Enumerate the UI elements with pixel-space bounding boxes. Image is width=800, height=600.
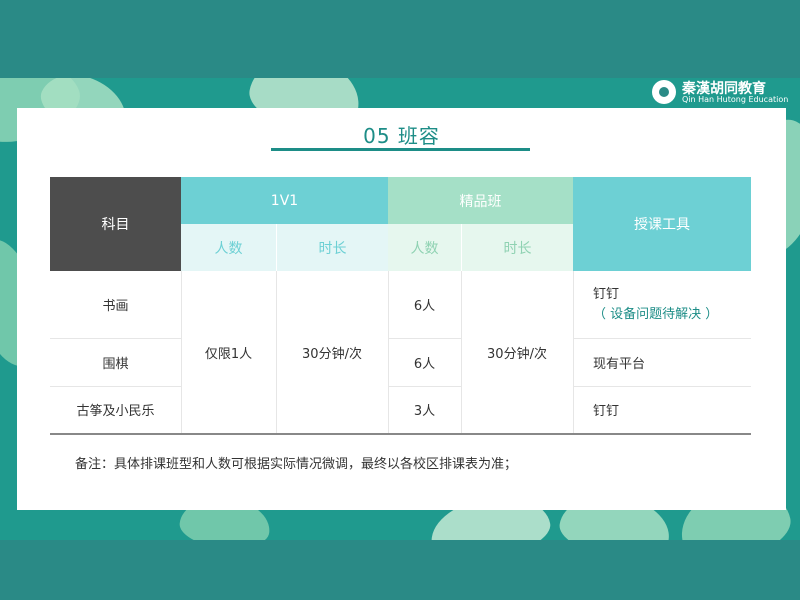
logo-english-text: Qin Han Hutong Education (682, 95, 789, 104)
merged-boutique-duration: 30分钟/次 (487, 346, 547, 362)
bottom-band (0, 540, 800, 600)
row-tool-1-note: （ 设备问题待解决 ） (593, 306, 719, 322)
header-boutique: 精品班 (388, 177, 573, 224)
brand-logo: 秦漢胡同教育 Qin Han Hutong Education (652, 78, 792, 108)
page-title: 05 班容 (363, 124, 440, 148)
title-underline (271, 148, 530, 151)
row-tool-1-text: 钉钉 (593, 286, 620, 302)
row-subject-2: 围棋 (102, 356, 129, 372)
row-subject-1: 书画 (102, 299, 129, 314)
subheader-boutique-people: 人数 (388, 224, 461, 271)
row-subject-3: 古筝及小民乐 (76, 404, 155, 419)
row-tool-1: 钉钉 （ 设备问题待解决 ） (573, 271, 751, 338)
merged-1v1-duration: 30分钟/次 (302, 346, 362, 362)
row-tool-2: 现有平台 (593, 356, 646, 372)
row-tool-3: 钉钉 (593, 404, 620, 419)
table-bottom-border (50, 433, 751, 435)
top-band (0, 0, 800, 78)
footnote: 备注：具体排课班型和人数可根据实际情况微调，最终以各校区排课表为准； (75, 457, 518, 472)
merged-1v1-people: 仅限1人 (204, 346, 253, 362)
subheader-boutique-duration: 时长 (461, 224, 573, 271)
row-boutique-people-2: 6人 (413, 356, 436, 372)
row-boutique-people-1: 6人 (413, 299, 436, 314)
header-1v1: 1V1 (181, 177, 388, 224)
header-tools: 授课工具 (573, 177, 751, 271)
header-subject: 科目 (50, 177, 181, 271)
subheader-1v1-duration: 时长 (276, 224, 388, 271)
subheader-1v1-people: 人数 (181, 224, 276, 271)
row-boutique-people-3: 3人 (413, 404, 436, 419)
content-card: 05 班容 科目 1V1 精品班 授课工具 人数 时长 人数 时长 书画 6人 … (17, 108, 786, 510)
logo-icon (652, 80, 676, 104)
